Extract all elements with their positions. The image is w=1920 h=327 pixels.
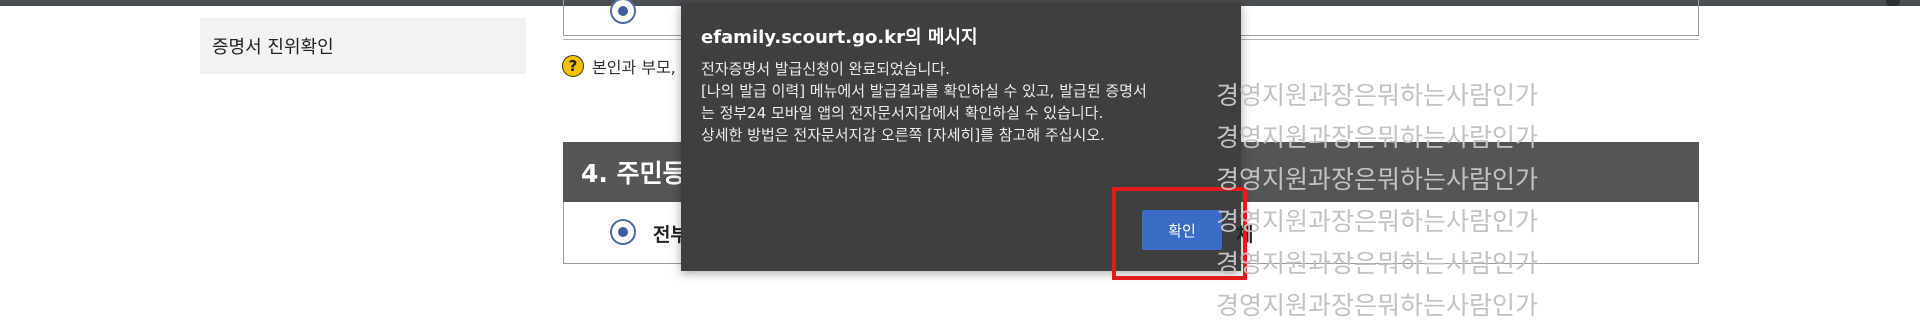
sidebar-item-certificate-verify[interactable]: 증명서 진위확인 <box>200 18 526 74</box>
watermark-line: 경영지원과장은뭐하는사람인가 <box>1216 207 1539 236</box>
dialog-message: 전자증명서 발급신청이 완료되었습니다. [나의 발급 이력] 메뉴에서 발급결… <box>701 58 1221 146</box>
question-icon: ? <box>562 55 584 77</box>
section-title: 4. 주민등 <box>581 159 686 188</box>
help-note: ? 본인과 부모, <box>562 54 676 78</box>
dialog-message-line: 전자증명서 발급신청이 완료되었습니다. <box>701 60 950 78</box>
dialog-message-line: [나의 발급 이력] 메뉴에서 발급결과를 확인하실 수 있고, 발급된 증명서 <box>701 82 1147 100</box>
watermark: 경영지원과장은뭐하는사람인가 경영지원과장은뭐하는사람인가 경영지원과장은뭐하는… <box>1216 75 1636 327</box>
dialog-message-line: 는 정부24 모바일 앱의 전자문서지갑에서 확인하실 수 있습니다. <box>701 104 1104 122</box>
watermark-line: 경영지원과장은뭐하는사람인가 <box>1216 123 1539 152</box>
watermark-line: 경영지원과장은뭐하는사람인가 <box>1216 165 1539 194</box>
watermark-line: 경영지원과장은뭐하는사람인가 <box>1216 249 1539 278</box>
watermark-line: 경영지원과장은뭐하는사람인가 <box>1216 81 1539 110</box>
dialog-title: efamily.scourt.go.kr의 메시지 <box>701 27 978 48</box>
dialog-message-line: 상세한 방법은 전자문서지갑 오른쪽 [자세히]를 참고해 주십시오. <box>701 126 1105 144</box>
help-text: 본인과 부모, <box>592 58 676 77</box>
watermark-line: 경영지원과장은뭐하는사람인가 <box>1216 291 1539 320</box>
sidebar-item-label: 증명서 진위확인 <box>212 37 334 58</box>
radio-button-upper[interactable] <box>610 0 636 24</box>
window-corner <box>1886 0 1900 6</box>
radio-button-all[interactable] <box>610 219 636 245</box>
